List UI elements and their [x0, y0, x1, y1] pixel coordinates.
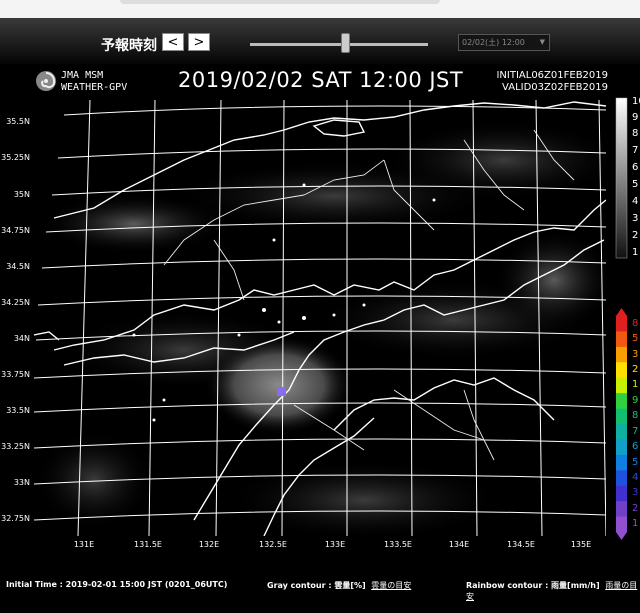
lat-label: 33.75N — [1, 370, 30, 379]
rain-level-label: 2 — [632, 364, 639, 375]
time-select[interactable]: 02/02(土) 12:00 ▼ — [458, 34, 550, 51]
lon-label: 132.5E — [259, 540, 287, 549]
cloud-area — [204, 335, 354, 435]
rain-level-label: 8 — [632, 410, 639, 422]
jma-swirl-logo-icon — [36, 71, 56, 91]
rainbow-contour-legend: Rainbow contour : 雨量[mm/h] 雨量の目安 — [466, 580, 640, 602]
gray-contour-label: Gray contour : 雲量[%] — [267, 581, 366, 590]
forecast-time-label: 予報時刻 — [101, 38, 157, 54]
rain-level-label: 4 — [632, 472, 639, 483]
rain-level-label: 1 — [632, 379, 639, 391]
rain-color-swatch — [616, 516, 627, 533]
rain-level-label: 5 — [632, 333, 639, 345]
cloud-guide-link[interactable]: 雲量の目安 — [371, 581, 411, 590]
weather-map — [34, 100, 606, 536]
logo-text: JMA MSM WEATHER-GPV — [61, 70, 127, 94]
time-slider-thumb[interactable] — [341, 33, 350, 53]
rain-color-swatch — [616, 454, 627, 471]
chevron-down-icon: ▼ — [539, 38, 545, 46]
rain-color-swatch — [616, 470, 627, 487]
valid-time-code: VALID03Z02FEB2019 — [502, 82, 608, 93]
rainfall-cell — [277, 387, 286, 396]
rain-level-label: 6 — [632, 441, 639, 453]
rain-color-swatch — [616, 393, 627, 410]
colorbar-bottom-arrow — [616, 532, 627, 540]
lat-label: 33N — [13, 478, 30, 487]
gray-contour-legend: Gray contour : 雲量[%] 雲量の目安 — [267, 580, 411, 591]
lat-label: 34.25N — [1, 298, 30, 307]
lon-label: 134.5E — [507, 540, 535, 549]
rain-colorbar — [616, 308, 627, 540]
rainbow-contour-label: Rainbow contour : 雨量[mm/h] — [466, 581, 600, 590]
logo-line1: JMA MSM — [61, 70, 104, 81]
lat-label: 33.5N — [6, 406, 30, 415]
initial-time-code: INITIAL06Z01FEB2019 — [496, 70, 608, 81]
cloud-colorbar — [615, 97, 628, 259]
control-bar: 予報時刻 < > 02/02(土) 12:00 ▼ — [0, 18, 640, 64]
rain-level-label: 5 — [632, 456, 639, 468]
rain-level-label: 1 — [632, 518, 639, 530]
lat-label: 35N — [13, 190, 30, 199]
lat-label: 32.75N — [1, 514, 30, 523]
lat-label: 33.25N — [1, 442, 30, 451]
cloud-level-label: 8 — [632, 128, 639, 139]
rain-color-swatch — [616, 316, 627, 332]
rain-color-swatch — [616, 424, 627, 440]
cloud-level-label: 3 — [632, 213, 639, 224]
cloud-level-label: 6 — [632, 162, 639, 173]
rain-color-swatch — [616, 362, 627, 379]
rain-color-swatch — [616, 439, 627, 456]
lon-label: 131E — [73, 540, 95, 549]
lon-label: 135E — [570, 540, 592, 549]
rain-level-label: 3 — [632, 348, 639, 360]
lat-label: 35.5N — [6, 117, 30, 126]
lon-label: 132E — [198, 540, 220, 549]
lon-label: 133E — [324, 540, 346, 549]
time-slider-track[interactable] — [250, 43, 428, 46]
lat-label: 34N — [13, 334, 30, 343]
lat-label: 34.75N — [1, 226, 30, 235]
rain-color-swatch — [616, 377, 627, 394]
top-tab — [120, 0, 440, 4]
forecast-datetime-title: 2019/02/02 SAT 12:00 JST — [178, 68, 464, 92]
cloud-level-label: 7 — [632, 145, 639, 156]
rain-level-label: 7 — [632, 425, 639, 437]
cloud-level-label: 2 — [632, 230, 639, 241]
time-select-value: 02/02(土) 12:00 — [462, 38, 525, 47]
top-strip — [0, 0, 640, 18]
rain-color-swatch — [616, 485, 627, 502]
prev-time-button[interactable]: < — [162, 33, 184, 51]
rain-level-label: 8 — [632, 317, 639, 329]
rain-color-swatch — [616, 346, 627, 363]
cloud-level-label: 10 — [632, 96, 640, 107]
initial-time-footer: Initial Time : 2019-02-01 15:00 JST (020… — [6, 580, 228, 589]
cloud-level-label: 1 — [632, 247, 639, 258]
rain-color-swatch — [616, 331, 627, 348]
colorbar-top-arrow — [616, 308, 627, 316]
lon-label: 133.5E — [384, 540, 412, 549]
rain-color-swatch — [616, 408, 627, 425]
lat-label: 34.5N — [6, 262, 30, 271]
rain-level-label: 3 — [632, 487, 639, 499]
init-valid-info: INITIAL06Z01FEB2019 VALID03Z02FEB2019 — [496, 70, 608, 94]
lat-label: 35.25N — [1, 153, 30, 162]
lon-label: 134E — [448, 540, 470, 549]
cloud-level-label: 5 — [632, 179, 639, 190]
rain-level-label: 9 — [632, 394, 639, 406]
next-time-button[interactable]: > — [188, 33, 210, 51]
cloud-level-label: 9 — [632, 112, 639, 123]
rain-color-swatch — [616, 501, 627, 518]
cloud-level-label: 4 — [632, 196, 639, 207]
rain-level-label: 2 — [632, 502, 639, 514]
logo-line2: WEATHER-GPV — [61, 82, 128, 93]
lon-label: 131.5E — [134, 540, 162, 549]
